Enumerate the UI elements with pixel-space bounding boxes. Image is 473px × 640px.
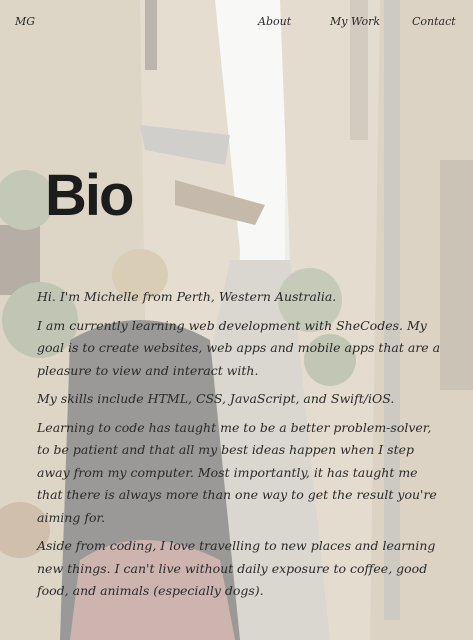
bio-section: Hi. I'm Michelle from Perth, Western Aus… bbox=[37, 286, 445, 609]
bio-paragraph-lessons: Learning to code has taught me to be a b… bbox=[37, 419, 437, 525]
page-title: Bio bbox=[45, 163, 134, 228]
nav-link-about[interactable]: About bbox=[258, 15, 291, 28]
brand-logo-link[interactable]: MG bbox=[15, 15, 35, 28]
bio-paragraph-learning: I am currently learning web development … bbox=[37, 317, 441, 378]
nav-link-contact[interactable]: Contact bbox=[412, 15, 456, 28]
top-navigation: MG About My Work Contact bbox=[0, 0, 473, 40]
bio-paragraph-hobbies: Aside from coding, I love travelling to … bbox=[37, 538, 436, 598]
bio-paragraph-skills: My skills include HTML, CSS, JavaScript,… bbox=[37, 391, 395, 406]
bio-paragraph-intro: Hi. I'm Michelle from Perth, Western Aus… bbox=[37, 289, 337, 304]
nav-link-my-work[interactable]: My Work bbox=[330, 15, 380, 28]
